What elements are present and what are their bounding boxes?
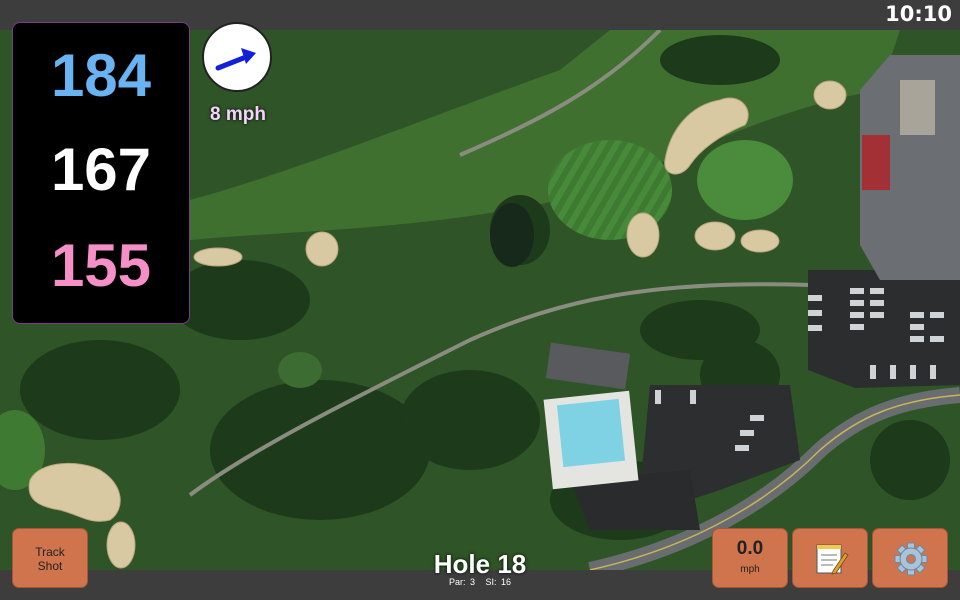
front-distance: 155 [50, 232, 152, 299]
gear-icon [894, 542, 928, 576]
back-distance: 184 [50, 42, 152, 109]
notes-button[interactable] [792, 528, 868, 588]
wind-speed-label: 8 mph [210, 104, 266, 125]
notepad-icon [816, 544, 849, 575]
wind-indicator[interactable] [202, 22, 272, 92]
hole-par: Par: 3 [448, 577, 475, 587]
tee-box [278, 352, 322, 388]
swimming-pool [556, 398, 626, 468]
clubhouse-terrace [900, 80, 935, 135]
putting-green [697, 140, 793, 220]
speed-button[interactable]: 0.0 mph [712, 528, 788, 588]
distance-panel: 184 167 155 [12, 22, 190, 324]
track-shot-button[interactable]: Track Shot [12, 528, 88, 588]
pond [490, 203, 534, 267]
speed-value: 0.0 [736, 538, 764, 559]
hole-title: Hole 18 [433, 549, 527, 579]
wind-direction-arrow-icon [215, 48, 256, 71]
hole-details: Par: 3 SI: 16 [400, 577, 560, 587]
track-shot-label-line2: Shot [37, 559, 63, 573]
parking-lot-clubhouse [808, 270, 960, 388]
track-shot-label-line1: Track [35, 545, 65, 559]
settings-button[interactable] [872, 528, 948, 588]
speed-unit: mph [740, 564, 760, 575]
clubhouse-awning [862, 135, 890, 190]
hole-stroke-index: SI: 16 [485, 577, 512, 587]
middle-distance: 167 [50, 136, 152, 203]
clock-time: 10:10 [885, 2, 952, 26]
